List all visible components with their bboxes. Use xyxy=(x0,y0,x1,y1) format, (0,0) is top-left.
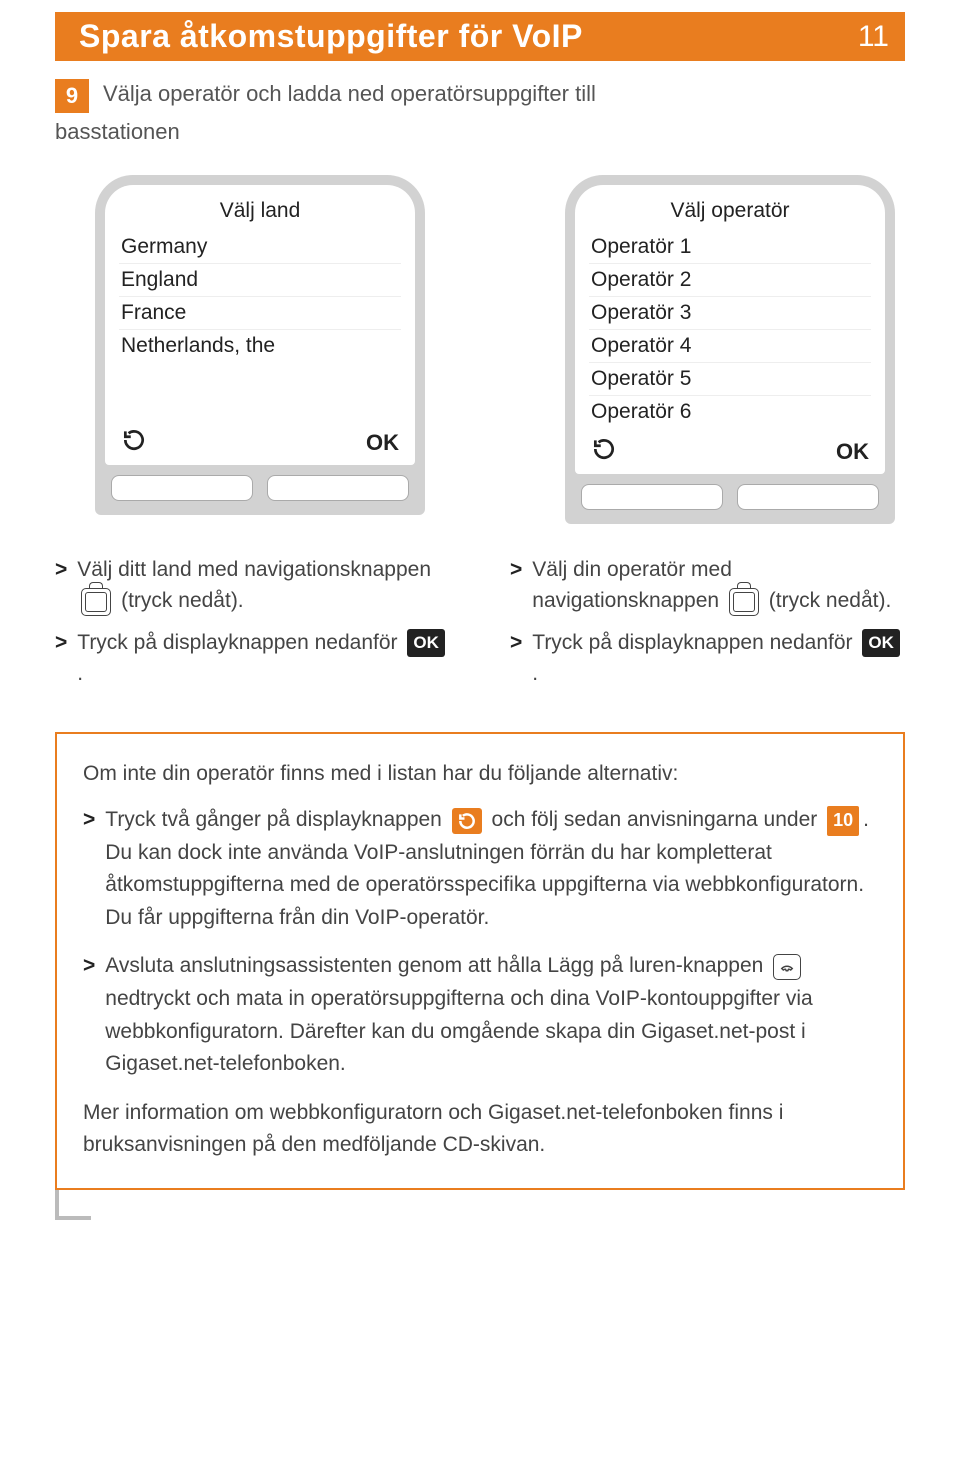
softkey-ok-left: OK xyxy=(366,430,399,456)
text-fragment: . xyxy=(77,662,83,685)
screen-col-left: Välj land Germany England France Netherl… xyxy=(95,175,425,524)
chevron-icon: > xyxy=(510,627,522,690)
footer-corner-mark xyxy=(55,1190,91,1220)
step-text-line1: Välja operatör och ladda ned operatörsup… xyxy=(103,79,596,109)
page: Spara åtkomstuppgifter för VoIP 11 9 Väl… xyxy=(0,12,960,1230)
nav-down-icon xyxy=(729,588,759,616)
chevron-icon: > xyxy=(83,804,95,934)
list-item: Operatör 2 xyxy=(589,263,871,296)
phone-button xyxy=(737,484,879,510)
info-item-2: > Avsluta anslutningsassistenten genom a… xyxy=(83,950,877,1080)
instruction-item: > Välj din operatör med navigationsknapp… xyxy=(510,554,905,617)
back-icon xyxy=(121,427,147,459)
screen-title-right: Välj operatör xyxy=(575,193,885,231)
chevron-icon: > xyxy=(55,554,67,617)
instruction-text: Tryck på displayknappen nedanför OK. xyxy=(532,627,905,690)
instructions-left: > Välj ditt land med navigationsknappen … xyxy=(55,554,450,700)
back-softkey-icon xyxy=(452,808,482,834)
ok-badge: OK xyxy=(407,629,445,657)
header-title: Spara åtkomstuppgifter för VoIP xyxy=(79,18,583,55)
step-badge-9: 9 xyxy=(55,79,89,113)
ok-badge: OK xyxy=(862,629,900,657)
info-item-1: > Tryck två gånger på displayknappen och… xyxy=(83,804,877,934)
chevron-icon: > xyxy=(55,627,67,690)
step-text-line2: basstationen xyxy=(55,117,905,147)
page-number: 11 xyxy=(858,20,889,54)
nav-down-icon xyxy=(81,588,111,616)
phone-button xyxy=(111,475,253,501)
softkey-row-right: OK xyxy=(575,432,885,474)
chevron-icon: > xyxy=(510,554,522,617)
info-closing: Mer information om webbkonfiguratorn och… xyxy=(83,1097,877,1162)
phone-buttons-left xyxy=(105,475,415,501)
text-fragment: Avsluta anslutningsassistenten genom att… xyxy=(105,954,769,977)
list-item: Netherlands, the xyxy=(119,329,401,362)
header-bar: Spara åtkomstuppgifter för VoIP 11 xyxy=(55,12,905,61)
text-fragment: nedtryckt och mata in operatörsuppgifter… xyxy=(105,987,812,1075)
instruction-text: Välj din operatör med navigationsknappen… xyxy=(532,554,905,617)
phone-button xyxy=(581,484,723,510)
screens-row: Välj land Germany England France Netherl… xyxy=(95,175,905,524)
phone-buttons-right xyxy=(575,484,885,510)
instruction-item: > Tryck på displayknappen nedanför OK. xyxy=(55,627,450,690)
phone-button xyxy=(267,475,409,501)
text-fragment: Tryck på displayknappen nedanför xyxy=(532,631,858,654)
instruction-text: Avsluta anslutningsassistenten genom att… xyxy=(105,950,877,1080)
list-item: Operatör 3 xyxy=(589,296,871,329)
text-fragment: och följ sedan anvisningarna under xyxy=(492,808,824,831)
chevron-icon: > xyxy=(83,950,95,1080)
phone-left: Välj land Germany England France Netherl… xyxy=(95,175,425,515)
instruction-text: Tryck på displayknappen nedanför OK. xyxy=(77,627,450,690)
list-item: Operatör 5 xyxy=(589,362,871,395)
instructions-row: > Välj ditt land med navigationsknappen … xyxy=(55,554,905,700)
list-item: Operatör 1 xyxy=(589,231,871,263)
step-ref-10: 10 xyxy=(827,806,859,836)
instruction-text: Välj ditt land med navigationsknappen (t… xyxy=(77,554,450,617)
list-item: Germany xyxy=(119,231,401,263)
list-item: Operatör 4 xyxy=(589,329,871,362)
instructions-right: > Välj din operatör med navigationsknapp… xyxy=(510,554,905,700)
screen-title-left: Välj land xyxy=(105,193,415,231)
instruction-item: > Välj ditt land med navigationsknappen … xyxy=(55,554,450,617)
list-item: England xyxy=(119,263,401,296)
text-fragment: Tryck på displayknappen nedanför xyxy=(77,631,403,654)
info-box: Om inte din operatör finns med i listan … xyxy=(55,732,905,1190)
text-fragment: Tryck två gånger på displayknappen xyxy=(105,808,447,831)
text-fragment: (tryck nedåt). xyxy=(121,589,244,612)
back-icon xyxy=(591,436,617,468)
list-item: Operatör 6 xyxy=(589,395,871,428)
screen-col-right: Välj operatör Operatör 1 Operatör 2 Oper… xyxy=(565,175,895,524)
text-fragment: Välj din operatör med navigationsknappen xyxy=(532,558,732,613)
list-item: France xyxy=(119,296,401,329)
hangup-icon xyxy=(773,954,801,980)
text-fragment: . xyxy=(532,662,538,685)
phone-screen-right: Välj operatör Operatör 1 Operatör 2 Oper… xyxy=(575,185,885,474)
screen-items-left: Germany England France Netherlands, the xyxy=(105,231,415,423)
phone-right: Välj operatör Operatör 1 Operatör 2 Oper… xyxy=(565,175,895,524)
instruction-item: > Tryck på displayknappen nedanför OK. xyxy=(510,627,905,690)
info-intro: Om inte din operatör finns med i listan … xyxy=(83,758,877,791)
step-section: 9 Välja operatör och ladda ned operatörs… xyxy=(55,79,905,700)
screen-items-right: Operatör 1 Operatör 2 Operatör 3 Operatö… xyxy=(575,231,885,432)
text-fragment: Välj ditt land med navigationsknappen xyxy=(77,558,431,581)
step-line: 9 Välja operatör och ladda ned operatörs… xyxy=(55,79,905,113)
softkey-ok-right: OK xyxy=(836,439,869,465)
text-fragment: (tryck nedåt). xyxy=(769,589,892,612)
softkey-row-left: OK xyxy=(105,423,415,465)
instruction-text: Tryck två gånger på displayknappen och f… xyxy=(105,804,877,934)
phone-screen-left: Välj land Germany England France Netherl… xyxy=(105,185,415,465)
